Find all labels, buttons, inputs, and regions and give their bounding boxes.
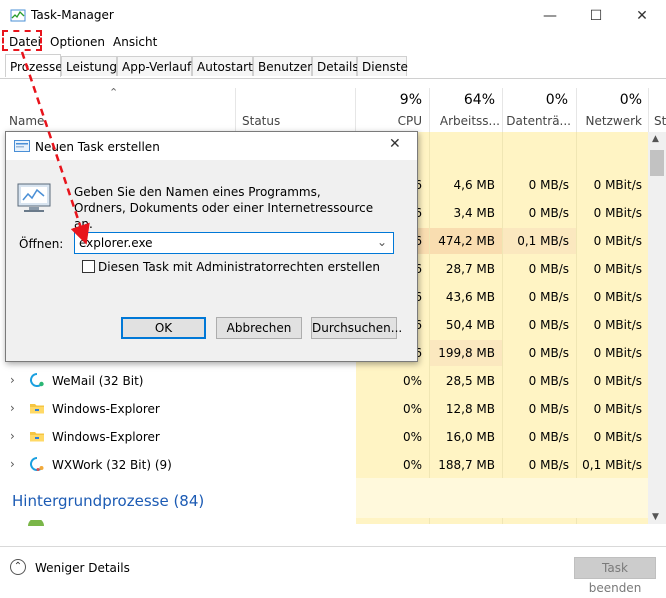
annotation-arrow bbox=[20, 51, 90, 245]
